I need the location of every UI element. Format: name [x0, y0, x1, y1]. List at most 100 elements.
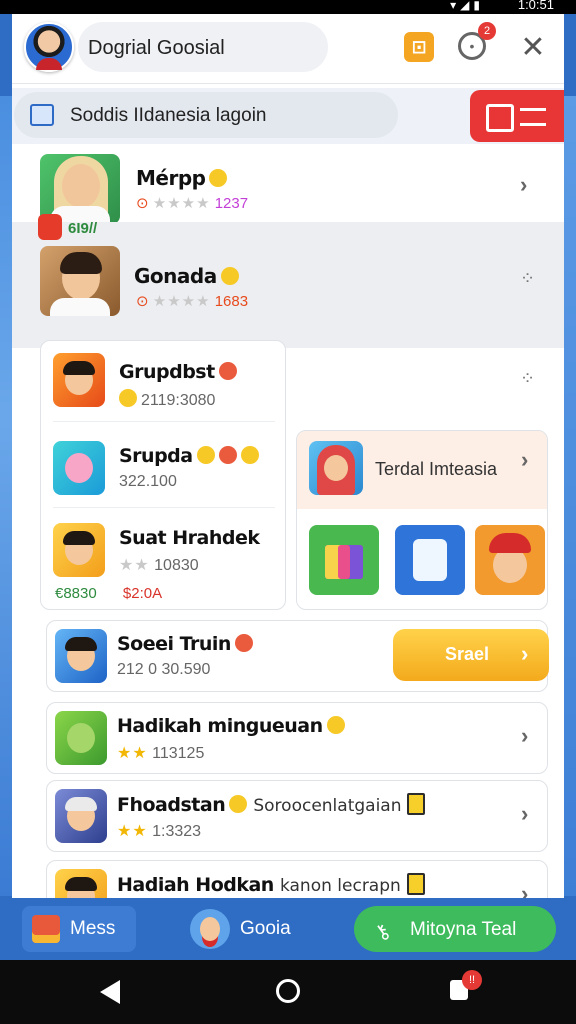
item-thumbnail [55, 629, 107, 683]
featured-avatar [309, 441, 363, 495]
group-avatar [53, 441, 105, 495]
profile-icon [190, 909, 230, 949]
system-nav-bar: !! [0, 960, 576, 1024]
featured-label: Terdal Imteasia [375, 459, 498, 479]
nav-primary-label: Mitoyna Teal [410, 919, 517, 940]
group-name[interactable]: Suat Hrahdek [119, 527, 260, 549]
chevron-right-icon[interactable]: › [520, 172, 527, 198]
featured-item[interactable]: Terdal Imteasia › [297, 431, 547, 509]
action-button-label: Srael [445, 644, 490, 664]
recents-badge: !! [462, 970, 482, 990]
item-name: Hadikah mingueuan [117, 715, 323, 737]
footer-red-value: $2:0A [122, 585, 163, 602]
filter-button[interactable] [470, 90, 564, 142]
rating-stars: ★★★★ [152, 293, 211, 310]
item-name: Fhoadstan [117, 794, 226, 816]
bag-tile[interactable] [395, 525, 465, 595]
star-icon [326, 716, 345, 734]
list-item[interactable]: Hadiah Hodkan kanon lecrapn › [46, 860, 548, 898]
smile-icon [119, 389, 137, 407]
list-item[interactable]: Soeei Truin 212 0 30.590 Srael › [46, 620, 549, 692]
notebook-icon [406, 873, 425, 895]
chevron-right-icon[interactable]: › [521, 447, 528, 473]
item-meta: 1:3323 [152, 823, 202, 840]
notification-badge: 2 [478, 22, 496, 40]
nav-mess[interactable]: Mess [22, 906, 136, 952]
smile-icon [229, 795, 248, 813]
nav-primary-button[interactable]: ⚷ Mitoyna Teal [354, 906, 556, 952]
item-meta: 212 0 30.590 [117, 661, 211, 678]
rating-stars: ★★ [119, 557, 150, 574]
back-icon[interactable] [100, 980, 120, 1004]
main-panel: Dogrial Goosial ⊡ • 2 ✕ Soddis IIdanesia… [12, 14, 564, 898]
list-item[interactable]: Hadikah mingueuan ★★ 113125 › [46, 702, 548, 774]
header: Dogrial Goosial ⊡ • 2 ✕ [12, 14, 564, 84]
nav-social[interactable]: Gooia [190, 906, 310, 952]
list-item[interactable]: Gonada ⊙ ★★★★ 1683 ⁘ [12, 222, 564, 348]
divider [53, 421, 275, 422]
item-number: 1237 [214, 195, 249, 212]
item-meta: 113125 [152, 745, 205, 762]
home-icon[interactable] [276, 979, 300, 1003]
heart-icon [218, 446, 237, 464]
chevron-right-icon: › [521, 641, 529, 666]
item-thumbnail [55, 789, 107, 843]
group-meta: 10830 [154, 557, 199, 574]
item-name: Soeei Truin [117, 633, 231, 655]
action-button[interactable]: Srael › [393, 629, 549, 681]
mail-icon [30, 104, 54, 126]
group-avatar [53, 353, 105, 407]
chevron-right-icon[interactable]: › [521, 801, 528, 827]
status-bar: ▾◢▮ 1:0:51 [0, 0, 576, 14]
item-subtitle: Soroocenlatgaian [253, 796, 402, 816]
rating-stars: ★★ [117, 823, 148, 840]
item-subtitle: kanon lecrapn [279, 876, 401, 896]
target-icon: ⊙ [136, 195, 149, 212]
group-card: Grupdbst 2119:3080 Srupda 322.100 Suat H… [40, 340, 286, 610]
bottom-nav: Mess Gooia ⚷ Mitoyna Teal [12, 898, 564, 960]
smile-icon [234, 634, 253, 652]
divider [53, 507, 275, 508]
close-icon[interactable]: ✕ [518, 31, 548, 64]
gift-box-icon [32, 915, 60, 943]
group-footer: €8830 $2:0A [55, 585, 162, 602]
character-tile[interactable] [475, 525, 545, 595]
heart-icon [218, 362, 237, 380]
item-thumbnail [55, 711, 107, 765]
group-meta: 322.100 [119, 473, 177, 490]
chevron-right-icon[interactable]: › [521, 881, 528, 898]
group-avatar [53, 523, 105, 577]
group-name: Srupda [119, 445, 193, 467]
group-name: Grupdbst [119, 361, 215, 383]
footer-green-value: €8830 [55, 585, 97, 602]
search-input[interactable]: Soddis IIdanesia lagoin [14, 92, 398, 138]
smile-icon [220, 267, 239, 285]
more-icon[interactable]: ⁘ [520, 369, 536, 387]
note-icon[interactable]: ⊡ [404, 32, 434, 62]
list-item[interactable]: Fhoadstan Soroocenlatgaian ★★ 1:3323 › [46, 780, 548, 852]
item-name: Gonada [134, 264, 217, 288]
item-name: Mérpp [136, 166, 206, 190]
star-icon [196, 446, 215, 464]
chevron-right-icon[interactable]: › [521, 723, 528, 749]
title-pill[interactable]: Dogrial Goosial [78, 22, 328, 72]
gift-tile[interactable] [309, 525, 379, 595]
avatar[interactable] [24, 22, 74, 72]
nav-mess-label: Mess [70, 918, 116, 939]
list-item[interactable]: Mérpp ⊙ ★★★★ 1237 › [12, 146, 564, 224]
target-icon: ⊙ [136, 293, 149, 310]
status-icons: ▾◢▮ [450, 0, 484, 12]
rating-stars: ★★ [117, 745, 148, 762]
more-icon[interactable]: ⁘ [520, 269, 536, 287]
rating-stars: ★★★★ [152, 195, 211, 212]
smile-icon [240, 446, 259, 464]
item-number: 1683 [214, 293, 249, 310]
gift-sticker-icon [38, 214, 62, 240]
item-thumbnail [55, 869, 107, 898]
group-meta: 2119:3080 [141, 392, 216, 409]
search-placeholder: Soddis IIdanesia lagoin [70, 105, 267, 126]
page-title: Dogrial Goosial [88, 37, 225, 59]
nav-social-label: Gooia [240, 918, 291, 939]
key-icon: ⚷ [370, 919, 396, 946]
search-row: Soddis IIdanesia lagoin [12, 88, 564, 144]
